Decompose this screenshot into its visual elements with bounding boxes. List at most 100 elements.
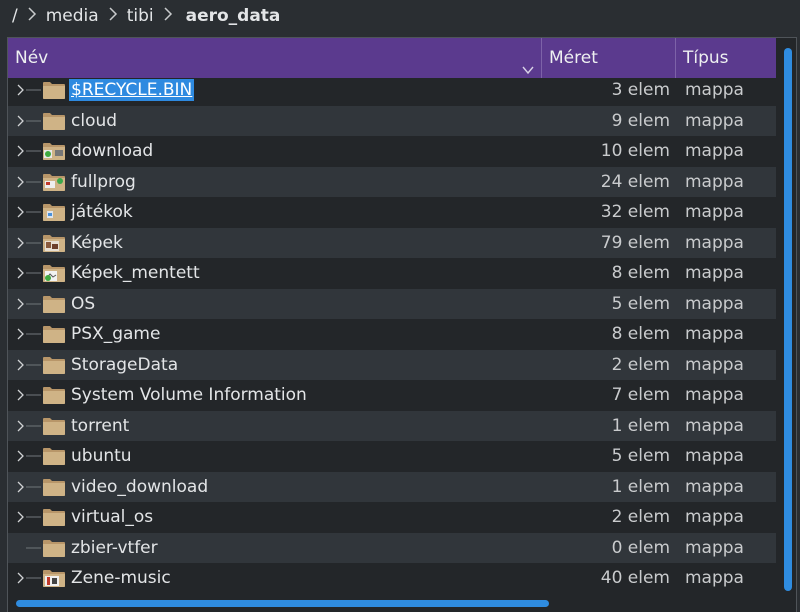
file-name[interactable]: PSX_game	[71, 323, 160, 345]
file-type: mappa	[685, 293, 744, 314]
file-name[interactable]: download	[71, 140, 153, 162]
table-row[interactable]: video_download 1 elem mappa	[8, 471, 776, 502]
file-size: 1 elem	[611, 476, 670, 497]
file-name[interactable]: ubuntu	[71, 445, 132, 467]
folder-icon	[42, 355, 66, 375]
file-type: mappa	[685, 415, 744, 436]
column-header-name[interactable]: Név	[8, 38, 542, 78]
expand-chevron-icon[interactable]	[16, 350, 42, 380]
file-type: mappa	[685, 171, 744, 192]
file-name[interactable]: virtual_os	[71, 506, 153, 528]
file-type: mappa	[685, 232, 744, 253]
expand-chevron-icon[interactable]	[16, 136, 42, 166]
file-type: mappa	[685, 110, 744, 131]
file-size: 3 elem	[611, 80, 670, 100]
file-name[interactable]: zbier-vtfer	[71, 537, 158, 559]
file-name[interactable]: video_download	[71, 476, 208, 498]
table-row[interactable]: PSX_game 8 elem mappa	[8, 319, 776, 350]
folder-icon	[42, 111, 66, 131]
table-row[interactable]: Képek_mentett 8 elem mappa	[8, 258, 776, 289]
table-row[interactable]: fullprog 24 elem mappa	[8, 166, 776, 197]
file-size: 8 elem	[611, 324, 670, 344]
expand-chevron-icon[interactable]	[16, 380, 42, 410]
table-row[interactable]: játékok 32 elem mappa	[8, 197, 776, 228]
file-size: 8 elem	[611, 263, 670, 283]
file-name[interactable]: OS	[71, 293, 95, 315]
expand-chevron-icon[interactable]	[16, 228, 42, 258]
table-row[interactable]: OS 5 elem mappa	[8, 288, 776, 319]
vertical-scrollbar[interactable]	[784, 48, 792, 591]
expand-chevron-icon[interactable]	[16, 167, 42, 197]
expand-chevron-icon[interactable]	[16, 258, 42, 288]
folder-program-icon	[42, 172, 66, 192]
table-row[interactable]: download 10 elem mappa	[8, 136, 776, 167]
expand-chevron-icon[interactable]	[16, 106, 42, 136]
breadcrumb-current[interactable]: aero_data	[186, 6, 281, 26]
file-size: 2 elem	[611, 507, 670, 527]
expand-chevron-icon[interactable]	[16, 563, 42, 593]
file-name[interactable]: Képek_mentett	[71, 262, 200, 284]
table-row[interactable]: System Volume Information 7 elem mappa	[8, 380, 776, 411]
table-row[interactable]: virtual_os 2 elem mappa	[8, 502, 776, 533]
file-name[interactable]: StorageData	[71, 354, 178, 376]
breadcrumb-item-tibi[interactable]: tibi	[127, 6, 154, 26]
tree-line	[16, 533, 42, 563]
column-header-size-label: Méret	[549, 48, 598, 68]
column-header-type[interactable]: Típus	[676, 38, 776, 78]
table-row[interactable]: zbier-vtfer 0 elem mappa	[8, 532, 776, 563]
table-row[interactable]: ubuntu 5 elem mappa	[8, 441, 776, 472]
file-name[interactable]: System Volume Information	[71, 384, 307, 406]
file-size: 5 elem	[611, 446, 670, 466]
file-name[interactable]: torrent	[71, 415, 129, 437]
column-header: Név Méret Típus	[8, 38, 776, 78]
expand-chevron-icon[interactable]	[16, 441, 42, 471]
file-type: mappa	[685, 507, 744, 527]
folder-pictures-icon	[42, 233, 66, 253]
expand-chevron-icon[interactable]	[16, 472, 42, 502]
breadcrumb-root[interactable]: /	[12, 6, 18, 26]
file-size: 32 elem	[600, 202, 670, 222]
table-row[interactable]: torrent 1 elem mappa	[8, 410, 776, 441]
folder-icon	[42, 477, 66, 497]
table-row[interactable]: Képek 79 elem mappa	[8, 227, 776, 258]
expand-chevron-icon[interactable]	[16, 289, 42, 319]
folder-icon	[42, 80, 66, 100]
file-name[interactable]: Zene-music	[71, 567, 171, 589]
table-row[interactable]: Zene-music 40 elem mappa	[8, 563, 776, 594]
chevron-down-icon	[522, 51, 534, 75]
folder-icon	[42, 294, 66, 314]
folder-icon	[42, 446, 66, 466]
expand-chevron-icon[interactable]	[16, 319, 42, 349]
file-name[interactable]: Képek	[71, 232, 123, 254]
folder-icon	[42, 538, 66, 558]
folder-music-icon	[42, 568, 66, 588]
file-type: mappa	[685, 202, 744, 222]
horizontal-scrollbar[interactable]	[16, 600, 549, 607]
chevron-right-icon	[24, 7, 40, 25]
table-row[interactable]: $RECYCLE.BIN 3 elem mappa	[8, 75, 776, 106]
file-name[interactable]: játékok	[71, 201, 133, 223]
file-type: mappa	[685, 385, 744, 405]
expand-chevron-icon[interactable]	[16, 75, 42, 105]
file-type: mappa	[685, 141, 744, 161]
chevron-right-icon[interactable]	[160, 7, 176, 25]
file-size: 5 elem	[611, 293, 670, 314]
file-size: 0 elem	[611, 537, 670, 558]
column-header-size[interactable]: Méret	[542, 38, 676, 78]
file-size: 79 elem	[600, 232, 670, 253]
file-type: mappa	[685, 446, 744, 466]
table-row[interactable]: StorageData 2 elem mappa	[8, 349, 776, 380]
table-row[interactable]: cloud 9 elem mappa	[8, 105, 776, 136]
file-type: mappa	[685, 80, 744, 100]
breadcrumb-item-media[interactable]: media	[46, 6, 99, 26]
folder-icon	[42, 507, 66, 527]
expand-chevron-icon[interactable]	[16, 411, 42, 441]
file-size: 9 elem	[611, 110, 670, 131]
expand-chevron-icon[interactable]	[16, 197, 42, 227]
folder-icon	[42, 416, 66, 436]
file-size: 1 elem	[611, 415, 670, 436]
expand-chevron-icon[interactable]	[16, 502, 42, 532]
file-name[interactable]: cloud	[71, 110, 117, 132]
file-name[interactable]: $RECYCLE.BIN	[69, 79, 195, 101]
file-name[interactable]: fullprog	[71, 171, 136, 193]
